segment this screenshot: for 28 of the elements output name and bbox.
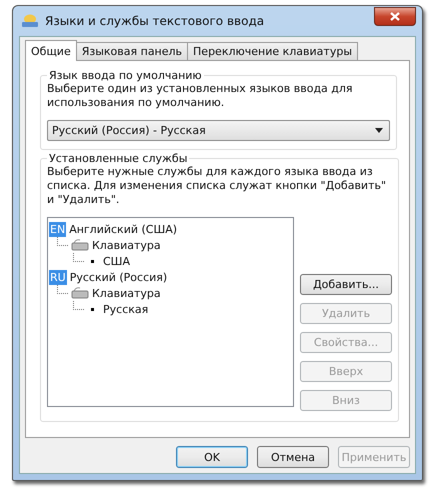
bullet-icon [91, 260, 94, 262]
keyboard-icon [71, 287, 89, 299]
tree-item[interactable]: США [103, 254, 130, 268]
hint-text: Выберите один из установленных языков ввода для использования по умолчанию. [47, 82, 354, 110]
bullet-icon [91, 308, 94, 310]
language-dropdown[interactable]: Русский (Россия) - Русская [47, 120, 390, 141]
tab[interactable]: Общие [25, 40, 77, 61]
language-badge: RU [49, 270, 67, 284]
window-title: Языки и службы текстового ввода [45, 14, 266, 28]
group-title: Язык ввода по умолчанию [48, 69, 203, 82]
hint-text: Выберите нужные службы для каждого языка ввода из списка. Для изменения списка служат кнопки "Добавить" и "Удалить". [47, 165, 388, 207]
tree-item[interactable]: Клавиатура [92, 286, 161, 300]
close-icon [390, 12, 400, 21]
action-button[interactable]: Добавить... [300, 274, 392, 295]
language-badge: EN [49, 222, 66, 236]
dialog-button[interactable]: OK [176, 446, 248, 468]
tree-item[interactable]: Русский (Россия) [70, 270, 168, 284]
group-title: Установленные службы [48, 152, 188, 165]
tree-item[interactable]: Английский (США) [69, 222, 178, 236]
tree-item[interactable]: Русская [103, 302, 148, 316]
tab[interactable]: Языковая панель [76, 42, 188, 60]
tree-item[interactable]: Клавиатура [92, 238, 161, 252]
keyboard-icon [71, 239, 89, 251]
close-button[interactable] [374, 7, 416, 26]
tab[interactable]: Переключение клавиатуры [187, 42, 358, 60]
dialog-button[interactable]: Отмена [257, 446, 329, 468]
app-icon [21, 13, 39, 29]
dropdown-arrow-icon [375, 128, 383, 133]
